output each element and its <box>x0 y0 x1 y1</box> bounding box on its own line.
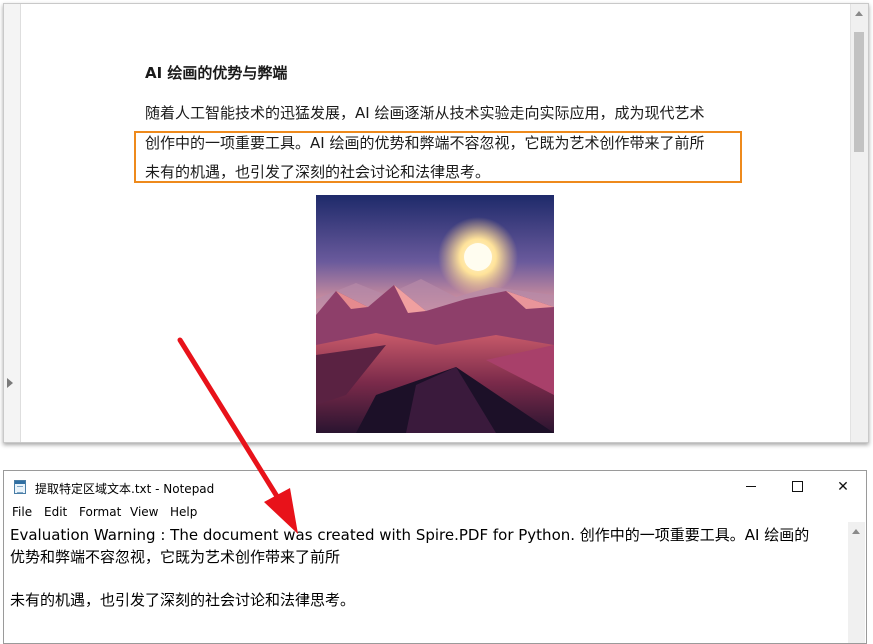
menu-help[interactable]: Help <box>170 505 197 519</box>
pdf-vertical-scrollbar[interactable] <box>850 4 868 442</box>
notepad-vertical-scrollbar[interactable] <box>848 522 865 643</box>
expand-panel-arrow-icon[interactable] <box>7 378 13 388</box>
notepad-file-icon <box>14 480 26 494</box>
menu-format[interactable]: Format <box>79 505 121 519</box>
text-line: 优势和弊端不容忽视，它既为艺术创作带来了前所 <box>10 548 341 566</box>
menu-view[interactable]: View <box>130 505 158 519</box>
scroll-up-arrow-icon[interactable] <box>852 529 860 534</box>
minimize-button[interactable] <box>728 471 774 502</box>
page-heading: AI 绘画的优势与弊端 <box>145 64 288 82</box>
menu-edit[interactable]: Edit <box>44 505 67 519</box>
menu-file[interactable]: File <box>12 505 32 519</box>
pdf-side-panel-strip[interactable] <box>4 4 21 442</box>
window-title: 提取特定区域文本.txt - Notepad <box>35 482 215 496</box>
selected-region-highlight <box>134 131 742 183</box>
sunset-mountains-image <box>316 195 554 433</box>
text-line: 未有的机遇，也引发了深刻的社会讨论和法律思考。 <box>10 591 356 609</box>
paragraph-line: 随着人工智能技术的迅猛发展，AI 绘画逐渐从技术实验走向实际应用，成为现代艺术 <box>145 104 705 122</box>
close-button[interactable]: ✕ <box>820 471 866 502</box>
text-line: Evaluation Warning : The document was cr… <box>10 526 810 544</box>
text-editor-area[interactable]: Evaluation Warning : The document was cr… <box>5 522 849 643</box>
minimize-icon <box>746 486 756 487</box>
notepad-window: 提取特定区域文本.txt - Notepad ✕ File Edit Forma… <box>3 470 867 644</box>
menu-bar: File Edit Format View Help <box>4 502 866 522</box>
maximize-icon <box>791 481 803 492</box>
title-bar[interactable]: 提取特定区域文本.txt - Notepad ✕ <box>4 471 866 502</box>
scrollbar-thumb[interactable] <box>854 32 864 152</box>
maximize-button[interactable] <box>774 471 820 502</box>
pdf-page: AI 绘画的优势与弊端 随着人工智能技术的迅猛发展，AI 绘画逐渐从技术实验走向… <box>21 4 850 442</box>
close-icon: ✕ <box>837 478 849 495</box>
scroll-up-arrow-icon[interactable] <box>855 11 863 16</box>
pdf-viewer-window: AI 绘画的优势与弊端 随着人工智能技术的迅猛发展，AI 绘画逐渐从技术实验走向… <box>3 3 869 443</box>
